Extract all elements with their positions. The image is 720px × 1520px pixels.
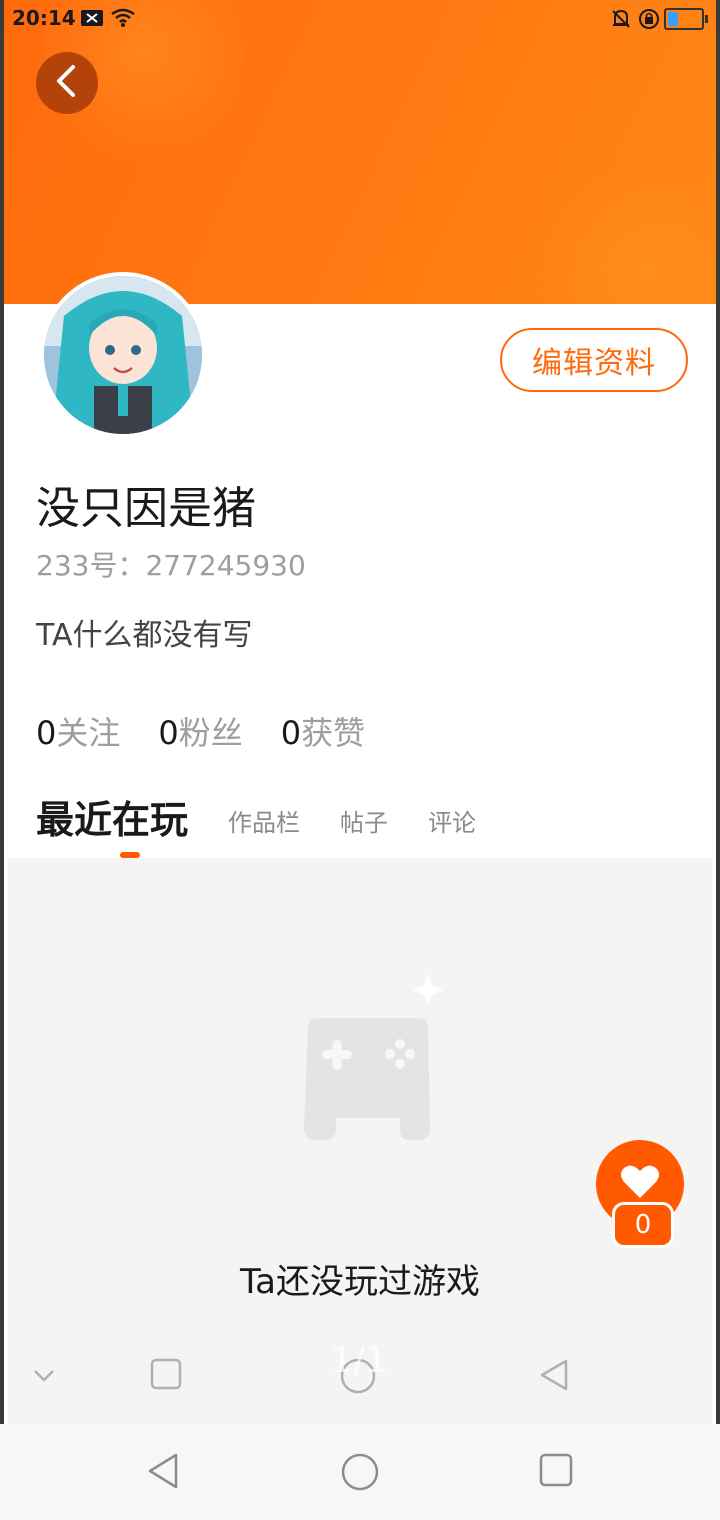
like-count-badge: 0 bbox=[612, 1202, 674, 1248]
back-button[interactable] bbox=[36, 52, 98, 114]
heart-icon bbox=[620, 1164, 660, 1204]
tab-label: 最近在玩 bbox=[36, 798, 189, 842]
page-indicator: 1/1 bbox=[330, 1340, 388, 1381]
edit-profile-button[interactable]: 编辑资料 bbox=[500, 328, 688, 392]
tab-label: 作品栏 bbox=[228, 809, 301, 837]
recents-icon[interactable] bbox=[538, 1452, 574, 1492]
avatar-image bbox=[44, 276, 202, 434]
user-bio: TA什么都没有写 bbox=[36, 618, 253, 653]
stat-likes-label: 获赞 bbox=[301, 714, 366, 752]
stat-following[interactable]: 0关注 bbox=[36, 708, 120, 754]
stat-fans-count: 0 bbox=[158, 714, 179, 752]
square-icon[interactable] bbox=[150, 1358, 182, 1394]
chevron-down-icon[interactable] bbox=[32, 1368, 56, 1388]
profile-screen: 20:14 编辑资料 没只因是猪 233号：277245930 TA什么都没有写… bbox=[4, 0, 716, 1424]
stat-likes-count: 0 bbox=[280, 714, 302, 752]
back-icon[interactable] bbox=[146, 1452, 180, 1494]
user-id: 233号：277245930 bbox=[36, 549, 306, 582]
system-navigation-bar bbox=[0, 1424, 720, 1520]
empty-state-text: Ta还没玩过游戏 bbox=[240, 1262, 480, 1302]
tab-recent-playing[interactable]: 最近在玩 bbox=[36, 789, 188, 858]
wifi-icon bbox=[110, 8, 136, 33]
status-time: 20:14 bbox=[12, 6, 76, 30]
stat-following-label: 关注 bbox=[56, 714, 121, 752]
tab-posts[interactable]: 帖子 bbox=[340, 803, 388, 858]
profile-tabs: 最近在玩 作品栏 帖子 评论 bbox=[36, 788, 516, 858]
notification-x-icon bbox=[80, 8, 104, 33]
banner-decoration bbox=[524, 170, 716, 304]
tab-comments[interactable]: 评论 bbox=[428, 803, 476, 858]
username: 没只因是猪 bbox=[36, 483, 256, 534]
battery-icon bbox=[664, 8, 708, 30]
profile-stats: 0关注 0粉丝 0获赞 bbox=[36, 708, 403, 754]
tab-label: 评论 bbox=[428, 809, 477, 837]
home-icon[interactable] bbox=[340, 1452, 380, 1496]
stat-fans[interactable]: 0粉丝 bbox=[158, 708, 242, 754]
status-bar: 20:14 bbox=[4, 0, 716, 36]
stat-fans-label: 粉丝 bbox=[178, 714, 243, 752]
triangle-back-icon[interactable] bbox=[538, 1358, 570, 1396]
profile-banner bbox=[4, 0, 716, 304]
bell-muted-icon bbox=[610, 8, 632, 35]
rotation-lock-icon bbox=[638, 8, 660, 35]
tab-works[interactable]: 作品栏 bbox=[228, 803, 300, 858]
gamepad-icon bbox=[281, 968, 455, 1152]
stat-following-count: 0 bbox=[36, 714, 57, 752]
tab-label: 帖子 bbox=[340, 809, 389, 837]
stat-likes[interactable]: 0获赞 bbox=[281, 708, 365, 754]
chevron-left-icon bbox=[53, 64, 81, 102]
avatar[interactable] bbox=[40, 272, 206, 438]
